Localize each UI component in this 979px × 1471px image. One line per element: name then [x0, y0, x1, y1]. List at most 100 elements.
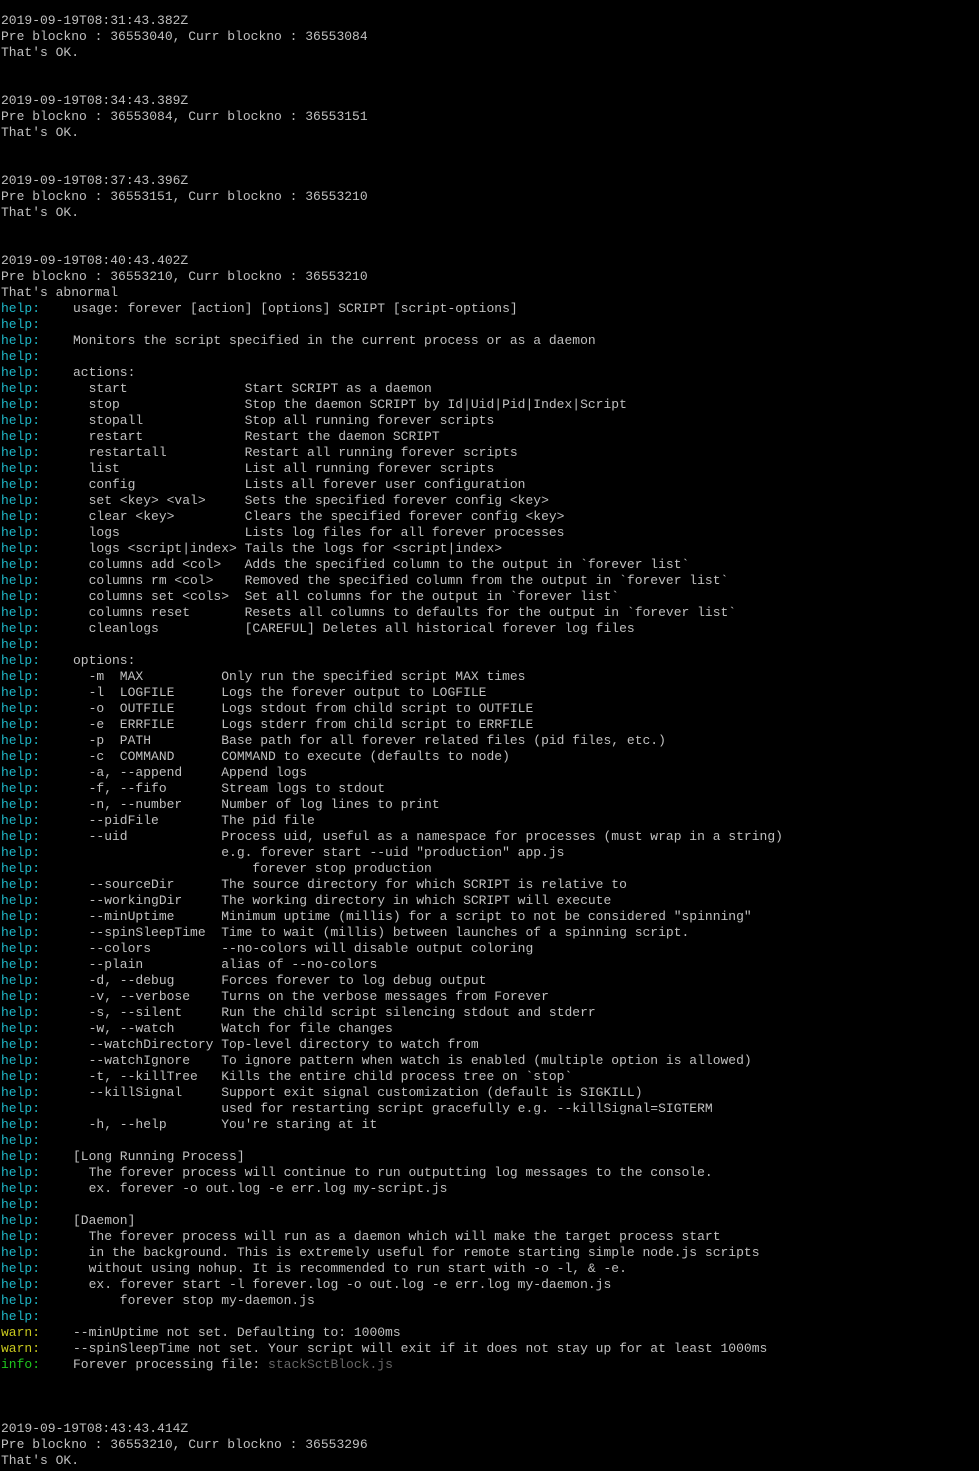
log-level-prefix: help: — [1, 1069, 41, 1084]
terminal-line: help: [Daemon] — [1, 1213, 979, 1229]
line-text: set <key> <val> Sets the specified forev… — [73, 493, 549, 508]
line-text: -m MAX Only run the specified script MAX… — [73, 669, 526, 684]
log-level-prefix: help: — [1, 525, 41, 540]
log-level-prefix: help: — [1, 989, 41, 1004]
line-text: Pre blockno : 36553210, Curr blockno : 3… — [1, 1437, 368, 1452]
terminal-line: help: --uid Process uid, useful as a nam… — [1, 829, 979, 845]
line-text: --pidFile The pid file — [73, 813, 315, 828]
terminal-line: 2019-09-19T08:37:43.396Z — [1, 173, 979, 189]
line-text: start Start SCRIPT as a daemon — [73, 381, 432, 396]
log-level-prefix: help: — [1, 365, 41, 380]
terminal-line: help: -w, --watch Watch for file changes — [1, 1021, 979, 1037]
log-level-prefix: help: — [1, 957, 41, 972]
log-level-prefix: help: — [1, 1245, 41, 1260]
line-text: Monitors the script specified in the cur… — [73, 333, 596, 348]
log-level-prefix: help: — [1, 1197, 41, 1212]
terminal-line: help: start Start SCRIPT as a daemon — [1, 381, 979, 397]
log-level-prefix: help: — [1, 877, 41, 892]
line-text: --minUptime not set. Defaulting to: 1000… — [73, 1325, 401, 1340]
log-level-prefix: help: — [1, 637, 41, 652]
line-text: --minUptime Minimum uptime (millis) for … — [73, 909, 752, 924]
log-level-prefix: help: — [1, 1149, 41, 1164]
log-level-prefix: help: — [1, 909, 41, 924]
terminal-line: help: stop Stop the daemon SCRIPT by Id|… — [1, 397, 979, 413]
terminal-line: help: config Lists all forever user conf… — [1, 477, 979, 493]
log-level-prefix: help: — [1, 717, 41, 732]
line-text: stop Stop the daemon SCRIPT by Id|Uid|Pi… — [73, 397, 627, 412]
log-level-prefix: help: — [1, 1005, 41, 1020]
terminal-line: help: forever stop my-daemon.js — [1, 1293, 979, 1309]
terminal-line: help: -t, --killTree Kills the entire ch… — [1, 1069, 979, 1085]
log-level-prefix: help: — [1, 813, 41, 828]
log-level-prefix: help: — [1, 893, 41, 908]
log-level-prefix: help: — [1, 925, 41, 940]
terminal-output[interactable]: 2019-09-19T08:31:43.382Z Pre blockno : 36… — [0, 0, 979, 1471]
terminal-line: help: -s, --silent Run the child script … — [1, 1005, 979, 1021]
terminal-line: That's OK. — [1, 1453, 979, 1469]
log-level-prefix: help: — [1, 1101, 41, 1116]
line-text: --colors --no-colors will disable output… — [73, 941, 534, 956]
log-level-prefix: help: — [1, 1117, 41, 1132]
terminal-line: help: columns set <cols> Set all columns… — [1, 589, 979, 605]
line-text: 2019-09-19T08:40:43.402Z — [1, 253, 189, 268]
line-text: ex. forever start -l forever.log -o out.… — [73, 1277, 612, 1292]
log-level-prefix: help: — [1, 1181, 41, 1196]
log-level-prefix: help: — [1, 333, 41, 348]
log-level-prefix: help: — [1, 669, 41, 684]
line-text: --sourceDir The source directory for whi… — [73, 877, 627, 892]
log-level-prefix: help: — [1, 765, 41, 780]
line-text: config Lists all forever user configurat… — [73, 477, 526, 492]
log-level-prefix: help: — [1, 589, 41, 604]
line-text: cleanlogs [CAREFUL] Deletes all historic… — [73, 621, 635, 636]
terminal-line: help: -m MAX Only run the specified scri… — [1, 669, 979, 685]
terminal-line: help: ex. forever -o out.log -e err.log … — [1, 1181, 979, 1197]
terminal-line: help: --killSignal Support exit signal c… — [1, 1085, 979, 1101]
log-level-prefix: help: — [1, 397, 41, 412]
terminal-line: help: -o OUTFILE Logs stdout from child … — [1, 701, 979, 717]
terminal-line: help: -v, --verbose Turns on the verbose… — [1, 989, 979, 1005]
log-level-prefix: help: — [1, 461, 41, 476]
log-level-prefix: help: — [1, 781, 41, 796]
log-level-prefix: help: — [1, 861, 41, 876]
log-level-prefix: help: — [1, 429, 41, 444]
terminal-line: help: -p PATH Base path for all forever … — [1, 733, 979, 749]
terminal-line: help: logs Lists log files for all forev… — [1, 525, 979, 541]
log-level-prefix: help: — [1, 349, 41, 364]
log-level-prefix: help: — [1, 941, 41, 956]
log-level-prefix: help: — [1, 541, 41, 556]
line-text: -o OUTFILE Logs stdout from child script… — [73, 701, 534, 716]
terminal-line: help: logs <script|index> Tails the logs… — [1, 541, 979, 557]
terminal-line: help: --watchIgnore To ignore pattern wh… — [1, 1053, 979, 1069]
terminal-line: help: -e ERRFILE Logs stderr from child … — [1, 717, 979, 733]
line-text: [Daemon] — [73, 1213, 136, 1228]
terminal-line: help: actions: — [1, 365, 979, 381]
line-text: Pre blockno : 36553151, Curr blockno : 3… — [1, 189, 368, 204]
line-text: 2019-09-19T08:43:43.414Z — [1, 1421, 189, 1436]
line-text: columns rm <col> Removed the specified c… — [73, 573, 729, 588]
log-level-prefix: help: — [1, 973, 41, 988]
terminal-line: help: cleanlogs [CAREFUL] Deletes all hi… — [1, 621, 979, 637]
terminal-line: help: — [1, 1309, 979, 1325]
line-text: That's OK. — [1, 45, 80, 60]
terminal-line: help: -l LOGFILE Logs the forever output… — [1, 685, 979, 701]
terminal-line: help: --pidFile The pid file — [1, 813, 979, 829]
log-level-prefix: warn: — [1, 1325, 41, 1340]
line-text: -s, --silent Run the child script silenc… — [73, 1005, 596, 1020]
terminal-line: help: --watchDirectory Top-level directo… — [1, 1037, 979, 1053]
line-text: --plain alias of --no-colors — [73, 957, 378, 972]
terminal-line: help: --workingDir The working directory… — [1, 893, 979, 909]
line-text: The forever process will continue to run… — [73, 1165, 713, 1180]
terminal-line: help: — [1, 1197, 979, 1213]
line-text: used for restarting script gracefully e.… — [73, 1101, 713, 1116]
log-level-prefix: help: — [1, 477, 41, 492]
terminal-line: help: --plain alias of --no-colors — [1, 957, 979, 973]
terminal-line: help: restartall Restart all running for… — [1, 445, 979, 461]
line-text: list List all running forever scripts — [73, 461, 495, 476]
terminal-line: help: The forever process will continue … — [1, 1165, 979, 1181]
line-text: The forever process will run as a daemon… — [73, 1229, 721, 1244]
